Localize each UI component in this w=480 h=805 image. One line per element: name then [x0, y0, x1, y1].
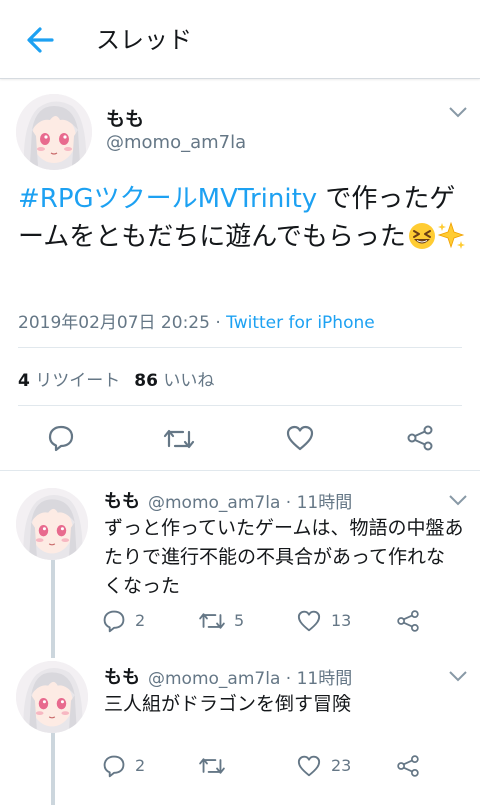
tweet-timestamp: 2019年02月07日 20:25 · Twitter for iPhone [18, 308, 375, 333]
sparkles-emoji-icon [436, 220, 466, 250]
reply-handle-time[interactable]: @momo_am7la · 11時間 [148, 664, 352, 689]
author-handle[interactable]: @momo_am7la [106, 132, 246, 153]
like-heart-icon[interactable] [297, 610, 321, 632]
reply-icon[interactable] [102, 609, 126, 633]
retweet-count[interactable]: 4 [18, 371, 30, 391]
thread-connector [51, 556, 55, 658]
client-link[interactable]: Twitter for iPhone [226, 313, 375, 333]
retweet-icon[interactable] [198, 610, 226, 632]
reply-icon[interactable] [102, 754, 126, 778]
share-icon[interactable] [396, 609, 420, 633]
thread-connector [51, 730, 55, 805]
like-heart-icon[interactable] [297, 755, 321, 777]
retweet-icon[interactable] [163, 426, 195, 452]
reply-author-name[interactable]: もも [104, 487, 140, 513]
tweet-text: #RPGツクールMVTrinity で作ったゲームをともだちに遊んでもらった [18, 180, 468, 256]
grinning-squint-emoji-icon [408, 222, 436, 250]
hashtag-link[interactable]: #RPGツクールMVTrinity [18, 184, 317, 214]
top-bar: スレッド [0, 0, 480, 79]
divider [18, 405, 462, 406]
page-title: スレッド [96, 26, 192, 54]
reply-handle-time[interactable]: @momo_am7la · 11時間 [148, 488, 352, 513]
back-arrow-icon[interactable] [22, 20, 62, 60]
tweet-stats: 4 リツイート 86 いいね [18, 366, 214, 391]
chevron-down-icon[interactable] [447, 492, 469, 508]
like-count[interactable]: 86 [134, 371, 158, 391]
divider [0, 470, 480, 471]
avatar[interactable] [16, 94, 92, 170]
like-label[interactable]: いいね [163, 371, 214, 391]
avatar[interactable] [16, 488, 88, 560]
share-icon[interactable] [406, 424, 434, 452]
reply-count: 2 [135, 611, 146, 630]
retweet-label[interactable]: リツイート [35, 371, 120, 391]
like-count: 23 [331, 756, 352, 775]
reply-text: 三人組がドラゴンを倒す冒険 [104, 693, 352, 715]
author-name[interactable]: もも [106, 104, 144, 131]
retweet-icon[interactable] [198, 755, 226, 777]
retweet-count: 5 [234, 611, 245, 630]
chevron-down-icon[interactable] [447, 668, 469, 684]
avatar[interactable] [16, 661, 88, 733]
tweet-date: 2019年02月07日 20:25 [18, 313, 210, 333]
meta-separator: · [209, 313, 227, 333]
chevron-down-icon[interactable] [447, 104, 469, 120]
reply-icon[interactable] [47, 424, 75, 452]
reply-count: 2 [135, 756, 146, 775]
reply-text: ずっと作っていたゲームは、物語の中盤あたりで進行不能の不具合があって作れなくなっ… [104, 517, 464, 597]
like-count: 13 [331, 611, 352, 630]
reply-author-name[interactable]: もも [104, 663, 140, 689]
divider [18, 347, 462, 348]
like-heart-icon[interactable] [286, 425, 314, 451]
share-icon[interactable] [396, 754, 420, 778]
